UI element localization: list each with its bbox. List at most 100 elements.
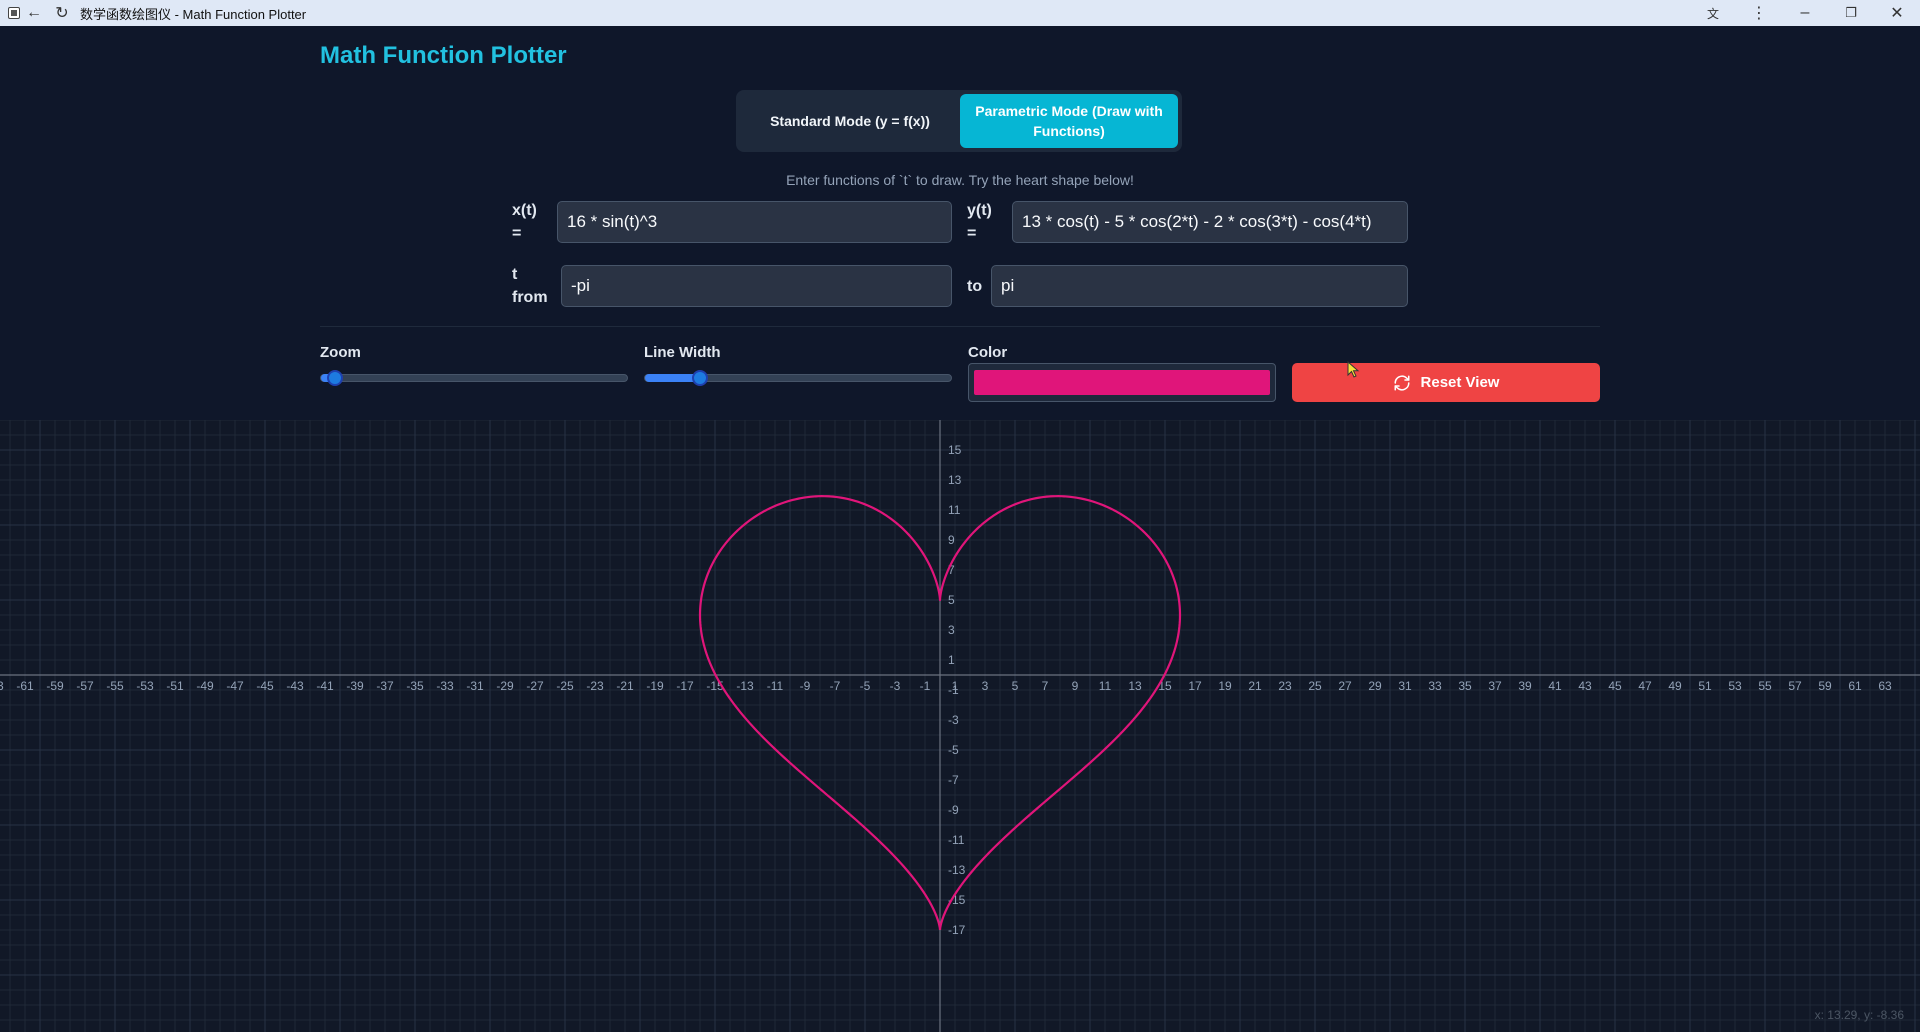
x-tick-label: 19 (1218, 679, 1232, 693)
window-title: 数学函数绘图仪 - Math Function Plotter (80, 6, 307, 22)
y-tick-label: 9 (948, 533, 955, 547)
plot-svg: -63-61-59-57-55-53-51-49-47-45-43-41-39-… (0, 420, 1920, 1032)
y-tick-label: -11 (948, 833, 965, 847)
t-label-line1: t (512, 266, 518, 283)
section-divider (320, 326, 1600, 327)
y-tick-label: -13 (948, 863, 966, 877)
coordinate-readout: x: 13.29, y: -8.36 (1814, 1008, 1904, 1022)
zoom-slider[interactable] (320, 370, 628, 386)
y-tick-label: -9 (948, 803, 959, 817)
x-tick-label: -39 (346, 679, 364, 693)
x-tick-label: -29 (496, 679, 514, 693)
x-tick-label: 9 (1072, 679, 1079, 693)
x-tick-label: -1 (920, 679, 931, 693)
line-width-slider[interactable] (644, 370, 952, 386)
parametric-mode-button[interactable]: Parametric Mode (Draw with Functions) (960, 94, 1178, 148)
y-tick-label: 13 (948, 473, 962, 487)
x-tick-label: 21 (1248, 679, 1262, 693)
color-picker[interactable] (968, 363, 1276, 402)
x-tick-label: -49 (196, 679, 214, 693)
x-tick-label: 11 (1099, 679, 1112, 693)
refresh-icon (1394, 375, 1410, 390)
y-function-input[interactable]: 13 * cos(t) - 5 * cos(2*t) - 2 * cos(3*t… (1012, 201, 1408, 243)
x-tick-label: -35 (406, 679, 424, 693)
back-icon[interactable]: ← (20, 0, 48, 26)
t-label-line2: from (512, 289, 548, 306)
x-tick-label: -57 (76, 679, 94, 693)
x-function-input[interactable]: 16 * sin(t)^3 (557, 201, 952, 243)
x-tick-label: 17 (1188, 679, 1202, 693)
t-from-label: t from (512, 263, 548, 309)
reset-view-button[interactable]: Reset View (1292, 363, 1600, 402)
translate-icon[interactable]: 文 (1690, 0, 1736, 26)
y-tick-label: -3 (948, 713, 959, 727)
x-tick-label: 41 (1548, 679, 1562, 693)
y-tick-label: 5 (948, 593, 955, 607)
x-tick-label: 33 (1428, 679, 1442, 693)
y-tick-label: -17 (948, 923, 966, 937)
x-tick-label: -43 (286, 679, 304, 693)
x-tick-label: 39 (1518, 679, 1532, 693)
y-tick-label: -5 (948, 743, 959, 757)
line-width-label: Line Width (644, 344, 721, 361)
x-tick-label: 51 (1698, 679, 1712, 693)
x-tick-label: -27 (526, 679, 544, 693)
y-tick-label: -7 (948, 773, 959, 787)
window-controls: 文 ⋮ – ❐ ✕ (1690, 0, 1920, 26)
x-tick-label: 25 (1308, 679, 1322, 693)
color-swatch (974, 370, 1270, 395)
x-function-label: x(t) = (512, 199, 537, 245)
close-icon[interactable]: ✕ (1874, 0, 1920, 26)
x-tick-label: 57 (1788, 679, 1802, 693)
mode-toggle: Standard Mode (y = f(x)) Parametric Mode… (736, 90, 1182, 152)
x-tick-label: 53 (1728, 679, 1742, 693)
x-label-line2: = (512, 225, 522, 242)
x-tick-label: -33 (436, 679, 454, 693)
line-width-slider-thumb[interactable] (692, 370, 709, 386)
x-tick-label: 63 (1878, 679, 1892, 693)
x-tick-label: -63 (0, 679, 4, 693)
t-to-label: to (967, 278, 983, 295)
x-tick-label: -25 (556, 679, 574, 693)
minimize-icon[interactable]: – (1782, 0, 1828, 26)
t-to-input[interactable]: pi (991, 265, 1408, 307)
x-tick-label: -41 (316, 679, 334, 693)
x-tick-label: -5 (860, 679, 871, 693)
zoom-label: Zoom (320, 344, 361, 361)
x-tick-label: 3 (982, 679, 989, 693)
x-tick-label: -47 (226, 679, 244, 693)
x-tick-label: 29 (1368, 679, 1382, 693)
x-tick-label: 27 (1338, 679, 1352, 693)
x-tick-label: -59 (46, 679, 64, 693)
app-icon (8, 7, 20, 19)
color-label: Color (968, 344, 1008, 361)
mouse-cursor-icon (1347, 361, 1360, 378)
standard-mode-button[interactable]: Standard Mode (y = f(x)) (740, 94, 960, 148)
x-tick-label: 31 (1398, 679, 1412, 693)
plot-canvas[interactable]: -63-61-59-57-55-53-51-49-47-45-43-41-39-… (0, 420, 1920, 1032)
x-tick-label: 37 (1488, 679, 1502, 693)
x-tick-label: 55 (1758, 679, 1772, 693)
x-tick-label: -51 (166, 679, 184, 693)
x-tick-label: 61 (1848, 679, 1862, 693)
x-tick-label: -21 (616, 679, 634, 693)
x-tick-label: -53 (136, 679, 154, 693)
x-tick-label: -61 (16, 679, 34, 693)
x-tick-label: 45 (1608, 679, 1622, 693)
window-titlebar: ← ↻ 数学函数绘图仪 - Math Function Plotter 文 ⋮ … (0, 0, 1920, 26)
x-label-line1: x(t) (512, 202, 537, 219)
refresh-icon[interactable]: ↻ (48, 0, 76, 26)
more-menu-icon[interactable]: ⋮ (1736, 0, 1782, 26)
t-from-input[interactable]: -pi (561, 265, 952, 307)
x-tick-label: 13 (1128, 679, 1142, 693)
x-tick-label: -17 (676, 679, 694, 693)
y-tick-label: -1 (948, 683, 959, 697)
x-tick-label: -19 (646, 679, 664, 693)
x-tick-label: 49 (1668, 679, 1682, 693)
x-tick-label: 23 (1278, 679, 1292, 693)
restore-icon[interactable]: ❐ (1828, 0, 1874, 26)
y-tick-label: 1 (948, 653, 955, 667)
x-tick-label: -13 (736, 679, 754, 693)
zoom-slider-thumb[interactable] (326, 370, 343, 386)
page-title: Math Function Plotter (320, 42, 567, 69)
